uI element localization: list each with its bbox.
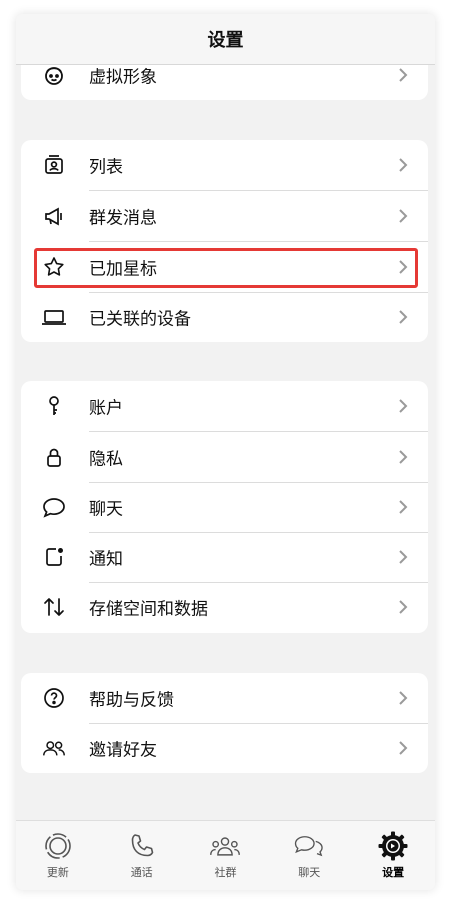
group-lists: 列表 群发消息 已加星标 已关联的设备: [21, 140, 428, 342]
group-account: 账户 隐私 聊天 通知 存储空间和数据: [21, 381, 428, 633]
row-storage[interactable]: 存储空间和数据: [21, 582, 428, 632]
row-label: 隐私: [89, 449, 123, 470]
row-privacy[interactable]: 隐私: [21, 432, 428, 482]
chevron-right-icon: [399, 68, 408, 82]
status-updates-icon: [42, 831, 74, 861]
tab-label: 聊天: [298, 866, 321, 879]
row-label: 虚拟形象: [89, 67, 157, 88]
row-broadcast[interactable]: 群发消息: [21, 191, 428, 241]
key-icon: [41, 393, 67, 419]
chevron-right-icon: [399, 399, 408, 413]
highlight-box: [34, 248, 418, 288]
row-account[interactable]: 账户: [21, 381, 428, 431]
settings-gear-icon: [377, 831, 409, 861]
settings-screen: 设置 虚拟形象 列表 群发消息 已加星标 已关联的设备 账户 隐私 聊天 通知 …: [16, 14, 435, 890]
chats-icon: [293, 831, 325, 861]
row-label: 已关联的设备: [89, 309, 191, 330]
page-title: 设置: [207, 30, 244, 51]
megaphone-icon: [41, 203, 67, 229]
row-label: 列表: [89, 157, 123, 178]
question-circle-icon: [41, 685, 67, 711]
lock-icon: [41, 444, 67, 470]
row-label: 通知: [89, 549, 123, 570]
row-label: 账户: [89, 398, 123, 419]
row-label: 群发消息: [89, 208, 157, 229]
laptop-icon: [41, 304, 67, 330]
communities-icon: [209, 831, 241, 861]
group-help: 帮助与反馈 邀请好友: [21, 673, 428, 773]
chevron-right-icon: [399, 450, 408, 464]
header: 设置: [16, 14, 435, 65]
tab-communities[interactable]: 社群: [184, 821, 268, 890]
up-down-arrows-icon: [41, 594, 67, 620]
chevron-right-icon: [399, 741, 408, 755]
notification-icon: [41, 544, 67, 570]
row-notifications[interactable]: 通知: [21, 532, 428, 582]
row-label: 存储空间和数据: [89, 599, 208, 620]
row-label: 帮助与反馈: [89, 690, 174, 711]
chevron-right-icon: [399, 550, 408, 564]
tab-label: 社群: [214, 866, 237, 879]
chevron-right-icon: [399, 310, 408, 324]
row-label: 邀请好友: [89, 740, 157, 761]
row-label: 聊天: [89, 499, 123, 520]
chevron-right-icon: [399, 209, 408, 223]
row-help[interactable]: 帮助与反馈: [21, 673, 428, 723]
tab-updates[interactable]: 更新: [16, 821, 100, 890]
tab-label: 更新: [46, 866, 69, 879]
tab-label: 通话: [130, 866, 153, 879]
chevron-right-icon: [399, 691, 408, 705]
tab-calls[interactable]: 通话: [100, 821, 184, 890]
people-icon: [41, 735, 67, 761]
row-chats[interactable]: 聊天: [21, 482, 428, 532]
row-invite[interactable]: 邀请好友: [21, 723, 428, 773]
phone-icon: [126, 831, 158, 861]
contact-card-icon: [41, 152, 67, 178]
tab-bar: 更新 通话 社群 聊天 设置: [16, 820, 435, 890]
chevron-right-icon: [399, 500, 408, 514]
avatar-face-icon: [41, 62, 67, 88]
chevron-right-icon: [399, 600, 408, 614]
row-linked-devices[interactable]: 已关联的设备: [21, 292, 428, 342]
chevron-right-icon: [399, 158, 408, 172]
tab-chats[interactable]: 聊天: [267, 821, 351, 890]
tab-label: 设置: [382, 866, 405, 879]
tab-settings[interactable]: 设置: [351, 821, 435, 890]
row-lists[interactable]: 列表: [21, 140, 428, 190]
chat-bubble-icon: [41, 494, 67, 520]
